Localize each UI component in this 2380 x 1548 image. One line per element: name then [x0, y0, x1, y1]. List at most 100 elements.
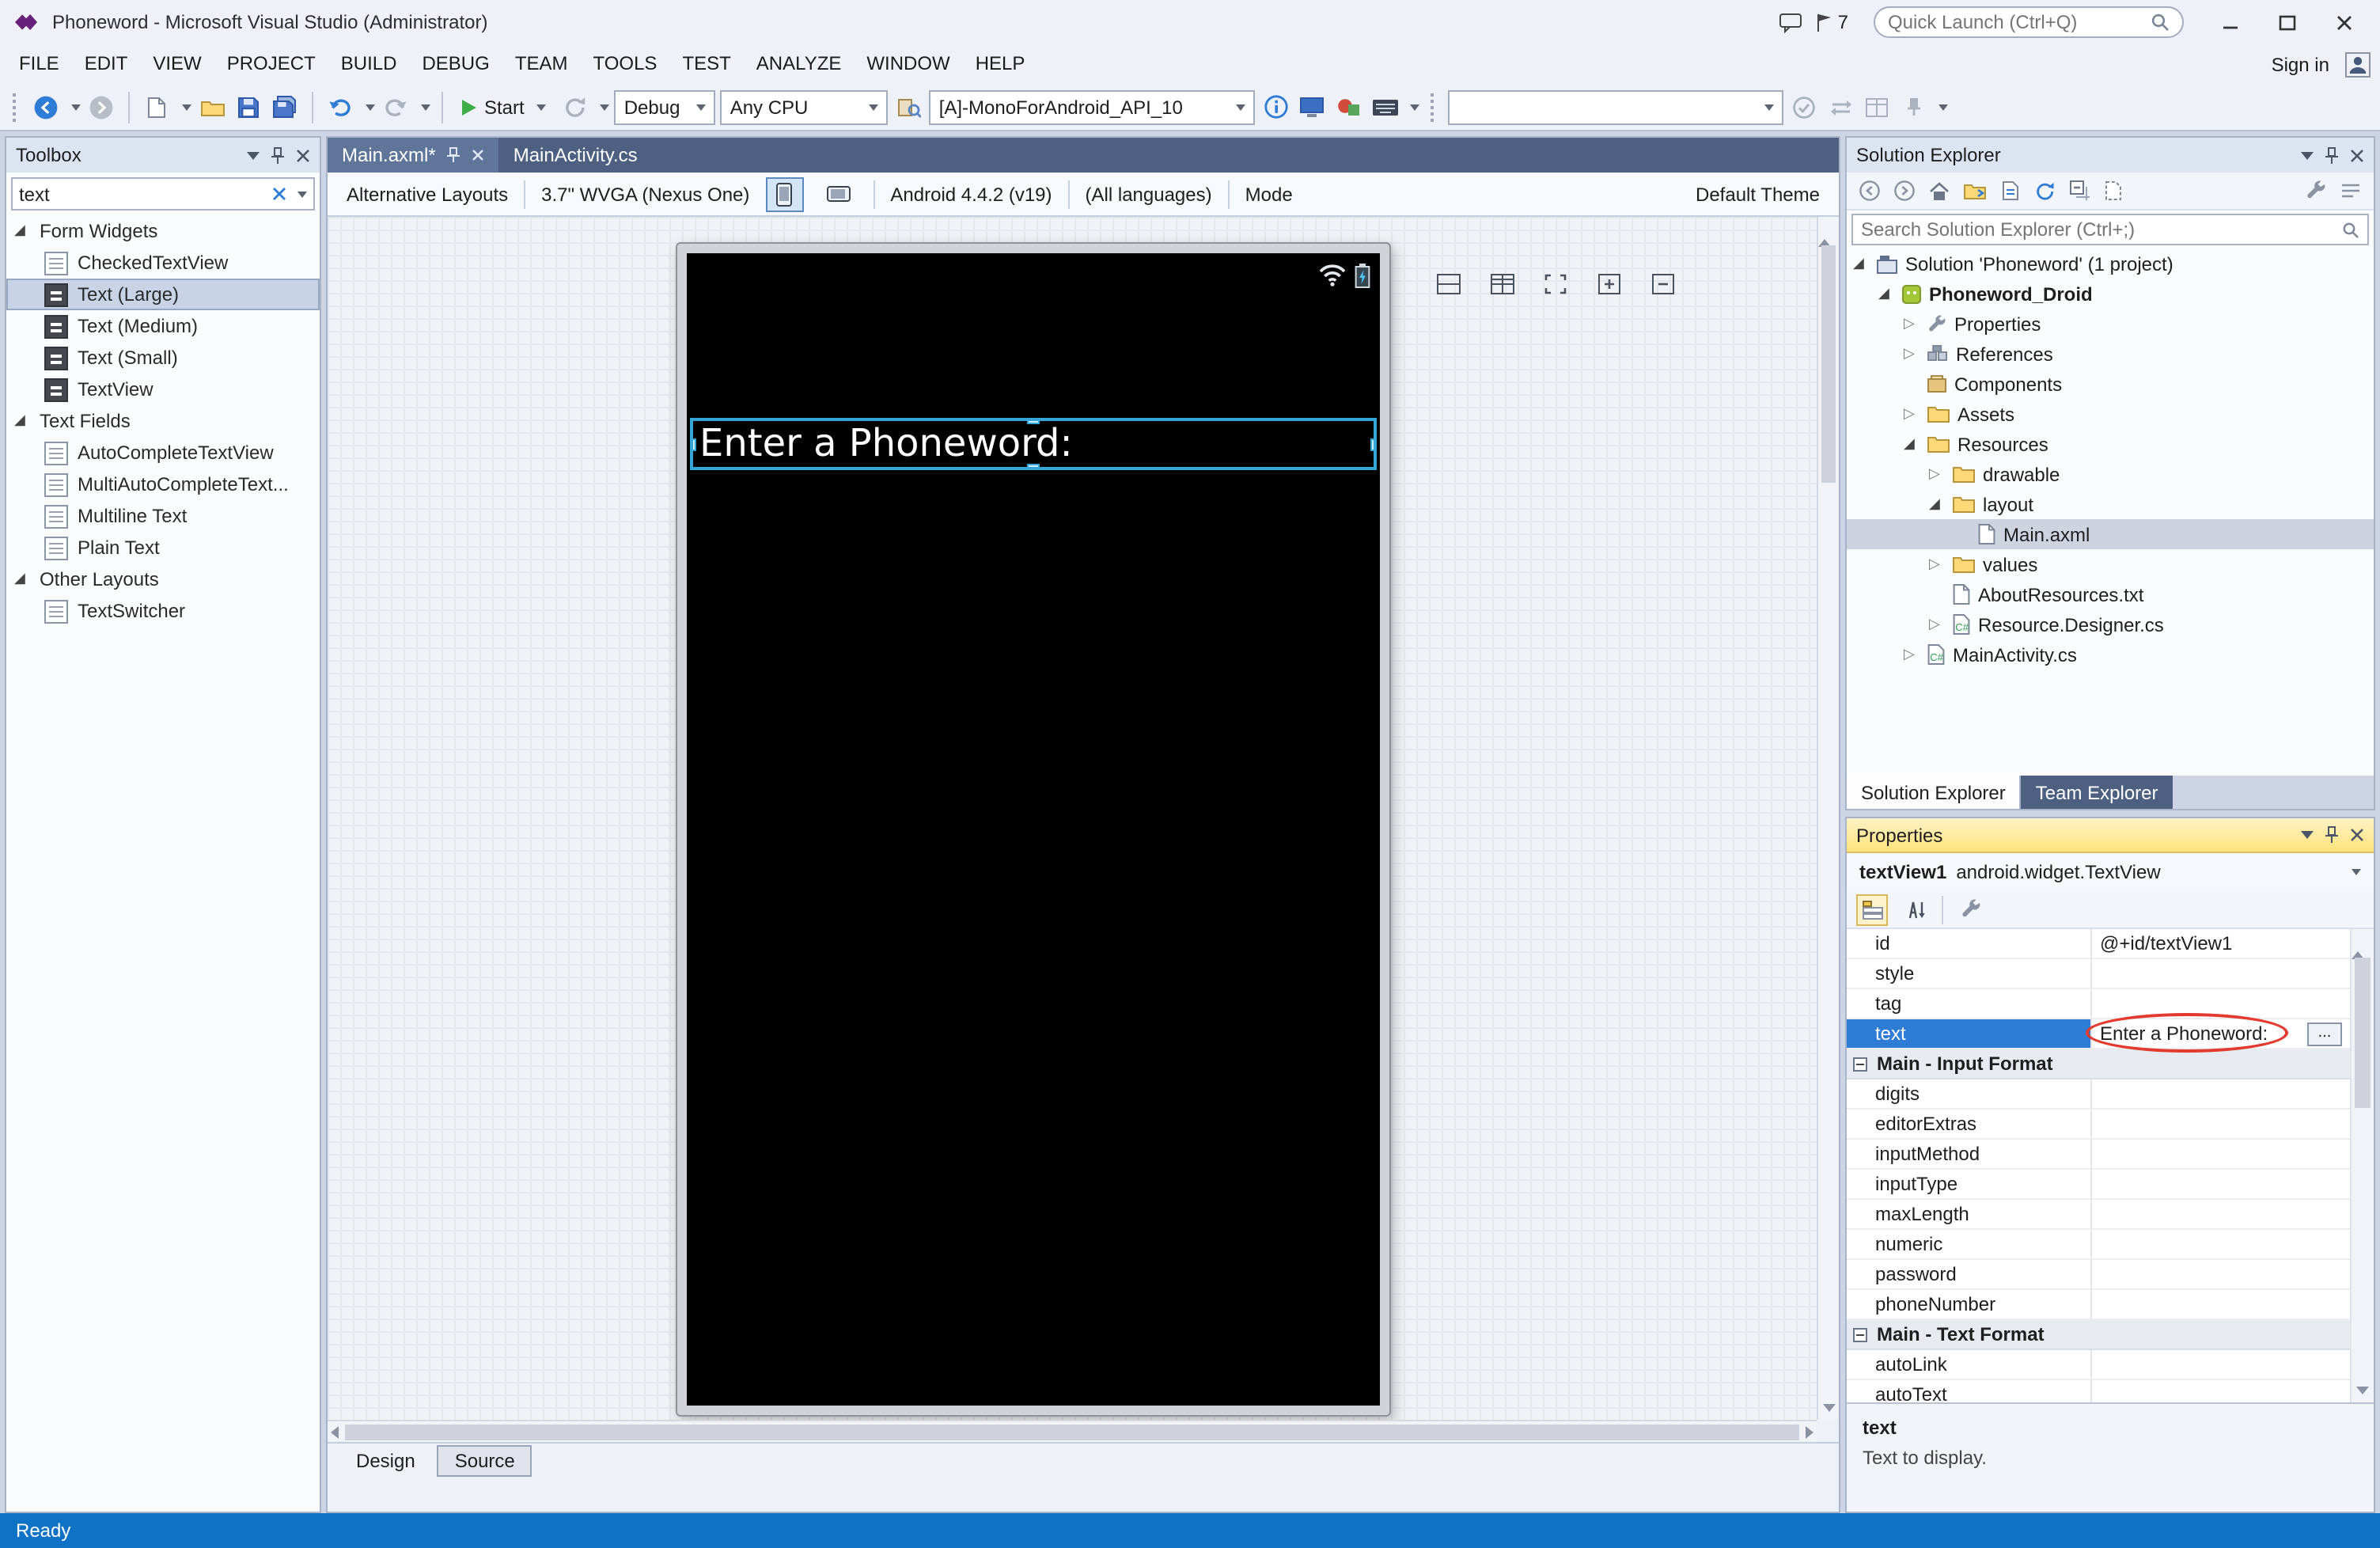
language-selector[interactable]: (All languages) — [1086, 183, 1212, 205]
restart-button[interactable] — [559, 89, 591, 124]
menu-project[interactable]: PROJECT — [214, 44, 328, 84]
toolbox-item[interactable]: Text (Medium) — [6, 310, 320, 342]
split-view-icon[interactable] — [1431, 267, 1465, 299]
toolbox-header[interactable]: Toolbox — [6, 138, 320, 173]
start-dropdown[interactable] — [537, 104, 547, 110]
android-version-selector[interactable]: Android 4.4.2 (v19) — [890, 183, 1052, 205]
check-button[interactable] — [1789, 89, 1821, 124]
new-file-dropdown[interactable] — [182, 104, 191, 110]
menu-debug[interactable]: DEBUG — [409, 44, 502, 84]
toolbox-group-text-fields[interactable]: ◢ Text Fields — [6, 405, 320, 437]
solution-explorer-header[interactable]: Solution Explorer — [1847, 138, 2374, 173]
tree-item-resources[interactable]: ◢ Resources — [1847, 429, 2374, 459]
pin-toolbar-button[interactable] — [1898, 89, 1930, 124]
solution-search-input[interactable] — [1861, 218, 2336, 241]
close-icon[interactable] — [296, 148, 310, 162]
property-row-maxlength[interactable]: maxLength — [1847, 1200, 2350, 1230]
menu-build[interactable]: BUILD — [328, 44, 410, 84]
navigate-back-dropdown[interactable] — [71, 104, 81, 110]
window-position-icon[interactable] — [2301, 151, 2314, 159]
mode-selector[interactable]: Mode — [1245, 183, 1293, 205]
tree-item-layout[interactable]: ◢ layout — [1847, 489, 2374, 519]
twisty-collapsed-icon[interactable]: ▷ — [1904, 346, 1920, 362]
property-row-autotext[interactable]: autoText — [1847, 1380, 2350, 1402]
toolbar-options-dropdown[interactable] — [1939, 104, 1949, 110]
scroll-up-arrow[interactable] — [1818, 217, 1831, 247]
back-icon[interactable] — [1859, 180, 1880, 201]
device-selector[interactable]: 3.7" WVGA (Nexus One) — [541, 183, 749, 205]
twisty-expanded-icon[interactable]: ◢ — [14, 413, 30, 429]
sync-button[interactable] — [1825, 89, 1857, 124]
property-row-numeric[interactable]: numeric — [1847, 1230, 2350, 1260]
pin-icon[interactable] — [2325, 146, 2339, 164]
toolbox-item[interactable]: MultiAutoCompleteText... — [6, 469, 320, 500]
tab-source[interactable]: Source — [438, 1444, 532, 1476]
window-position-icon[interactable] — [247, 151, 260, 159]
tab-design[interactable]: Design — [340, 1444, 431, 1476]
object-selector-dropdown[interactable] — [2352, 869, 2361, 875]
textview-widget[interactable]: Enter a Phoneword: — [690, 418, 1377, 470]
undo-button[interactable] — [324, 89, 356, 124]
theme-selector[interactable]: Default Theme — [1696, 183, 1820, 205]
design-surface[interactable]: Enter a Phoneword: — [328, 217, 1817, 1420]
tab-main-axml[interactable]: Main.axml* — [328, 138, 499, 173]
redo-button[interactable] — [380, 89, 411, 124]
undo-dropdown[interactable] — [366, 104, 375, 110]
redo-dropdown[interactable] — [421, 104, 430, 110]
text-ellipsis-button[interactable]: ... — [2307, 1022, 2342, 1045]
twisty-expanded-icon[interactable]: ◢ — [1904, 436, 1920, 452]
twisty-expanded-icon[interactable]: ◢ — [1853, 256, 1869, 271]
zoom-in-icon[interactable] — [1592, 267, 1627, 299]
alternative-layouts-button[interactable]: Alternative Layouts — [347, 183, 508, 205]
menu-file[interactable]: FILE — [6, 44, 72, 84]
object-selector[interactable]: textView1 android.widget.TextView — [1847, 853, 2374, 891]
toolbox-item[interactable]: TextView — [6, 374, 320, 405]
toolbox-item[interactable]: TextSwitcher — [6, 595, 320, 627]
search-options-dropdown[interactable] — [298, 191, 307, 197]
menu-tools[interactable]: TOOLS — [581, 44, 670, 84]
toolbox-item[interactable]: CheckedTextView — [6, 247, 320, 279]
tree-item-aboutresources[interactable]: AboutResources.txt — [1847, 579, 2374, 609]
menu-help[interactable]: HELP — [963, 44, 1038, 84]
info-button[interactable] — [1260, 89, 1292, 124]
tree-item-components[interactable]: Components — [1847, 369, 2374, 399]
tree-item-references[interactable]: ▷ References — [1847, 339, 2374, 369]
grid-view-icon[interactable] — [1484, 267, 1519, 299]
pin-icon[interactable] — [2325, 826, 2339, 844]
toolbox-item[interactable]: AutoCompleteTextView — [6, 437, 320, 469]
property-row-phonenumber[interactable]: phoneNumber — [1847, 1290, 2350, 1320]
menu-edit[interactable]: EDIT — [72, 44, 141, 84]
menu-team[interactable]: TEAM — [502, 44, 581, 84]
open-file-button[interactable] — [196, 89, 228, 124]
maximize-button[interactable] — [2263, 5, 2310, 40]
properties-header[interactable]: Properties — [1847, 818, 2374, 853]
window-position-icon[interactable] — [2301, 831, 2314, 839]
twisty-collapsed-icon[interactable]: ▷ — [1929, 466, 1945, 482]
property-group-input-format[interactable]: Main - Input Format — [1847, 1049, 2350, 1079]
tab-solution-explorer[interactable]: Solution Explorer — [1847, 776, 2022, 809]
property-row-style[interactable]: style — [1847, 959, 2350, 989]
secondary-combobox[interactable] — [1449, 89, 1784, 124]
scroll-down-arrow[interactable] — [2356, 1387, 2369, 1394]
tree-item-solution[interactable]: ◢ Solution 'Phoneword' (1 project) — [1847, 249, 2374, 279]
tree-item-mainactivity[interactable]: ▷ C# MainActivity.cs — [1847, 639, 2374, 670]
property-group-text-format[interactable]: Main - Text Format — [1847, 1320, 2350, 1350]
preview-icon[interactable] — [2340, 184, 2361, 198]
toolbox-search[interactable] — [11, 177, 315, 211]
scroll-down-arrow[interactable] — [1823, 1404, 1836, 1412]
user-account-icon[interactable] — [2342, 47, 2374, 82]
property-pages-wrench-icon[interactable] — [1954, 894, 1986, 925]
scroll-up-arrow[interactable] — [2352, 929, 2364, 959]
property-row-password[interactable]: password — [1847, 1260, 2350, 1290]
pin-tab-icon[interactable] — [447, 147, 461, 163]
tree-item-assets[interactable]: ▷ Assets — [1847, 399, 2374, 429]
menu-analyze[interactable]: ANALYZE — [744, 44, 855, 84]
tree-item-drawable[interactable]: ▷ drawable — [1847, 459, 2374, 489]
tree-item-values[interactable]: ▷ values — [1847, 549, 2374, 579]
tree-item-main-axml[interactable]: Main.axml — [1847, 519, 2374, 549]
forward-icon[interactable] — [1894, 180, 1915, 201]
collapse-group-icon[interactable] — [1853, 1057, 1867, 1071]
categorized-view-icon[interactable] — [1856, 894, 1888, 925]
resize-handle-top[interactable] — [1027, 418, 1040, 424]
property-row-inputmethod[interactable]: inputMethod — [1847, 1140, 2350, 1170]
